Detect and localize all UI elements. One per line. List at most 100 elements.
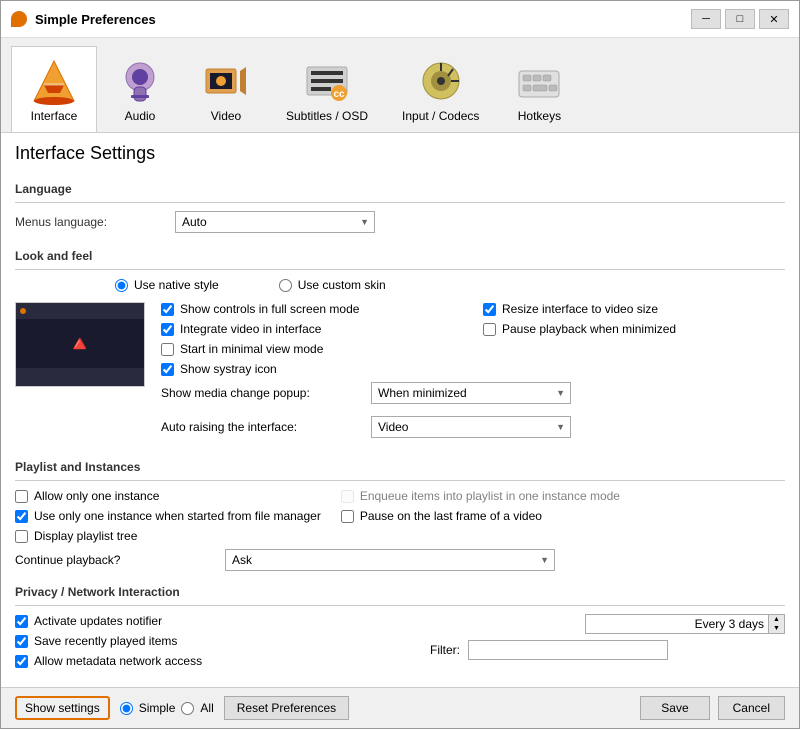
auto-raising-select[interactable]: Video Never Always [371, 416, 571, 438]
privacy-section: Privacy / Network Interaction Activate u… [15, 577, 785, 668]
tab-audio-label: Audio [125, 109, 156, 123]
integrate-video-check[interactable]: Integrate video in interface [161, 322, 463, 336]
menus-language-select[interactable]: Auto English French [175, 211, 375, 233]
interface-preview: 🔺 [15, 302, 145, 387]
tab-bar: Interface Audio [1, 38, 799, 132]
close-button[interactable]: ✕ [759, 9, 789, 29]
playlist-checks-left: Allow only one instance Use only one ins… [15, 489, 321, 543]
continue-playback-select-wrapper: Ask Continue Stop [225, 549, 555, 571]
svg-text:cc: cc [333, 89, 345, 100]
tab-subtitles-label: Subtitles / OSD [286, 109, 368, 123]
all-radio-label: All [200, 701, 213, 715]
updates-frequency-input[interactable] [585, 614, 785, 634]
menus-language-row: Menus language: Auto English French [15, 211, 785, 233]
save-button[interactable]: Save [640, 696, 709, 720]
continue-playback-row: Continue playback? Ask Continue Stop [15, 549, 785, 571]
native-style-radio[interactable]: Use native style [115, 278, 219, 292]
input-icon [415, 55, 467, 107]
hotkeys-icon [513, 55, 565, 107]
allow-metadata-check[interactable]: Allow metadata network access [15, 654, 390, 668]
tab-hotkeys-label: Hotkeys [518, 109, 561, 123]
continue-playback-label: Continue playback? [15, 553, 215, 567]
reset-preferences-button[interactable]: Reset Preferences [224, 696, 349, 720]
bottom-left: Show settings Simple All Reset Preferenc… [15, 696, 349, 720]
playlist-checks: Allow only one instance Use only one ins… [15, 489, 785, 543]
auto-raising-select-wrapper: Video Never Always [371, 416, 571, 438]
show-controls-check[interactable]: Show controls in full screen mode [161, 302, 463, 316]
tab-video-label: Video [211, 109, 241, 123]
title-bar-controls: ─ □ ✕ [691, 9, 789, 29]
custom-skin-input[interactable] [279, 279, 292, 292]
language-section: Language Menus language: Auto English Fr… [15, 174, 785, 233]
auto-raising-label: Auto raising the interface: [161, 420, 361, 434]
custom-skin-label: Use custom skin [298, 278, 386, 292]
display-playlist-tree-check[interactable]: Display playlist tree [15, 529, 321, 543]
look-feel-header: Look and feel [15, 241, 785, 267]
filter-label: Filter: [410, 643, 460, 657]
privacy-checks: Activate updates notifier Save recently … [15, 614, 390, 668]
interface-icon [28, 55, 80, 107]
tab-subtitles[interactable]: cc Subtitles / OSD [269, 46, 385, 132]
bottom-right: Save Cancel [640, 696, 785, 720]
style-radio-group: Use native style Use custom skin [115, 278, 785, 292]
checkboxes-left: Show controls in full screen mode Integr… [161, 302, 463, 376]
tab-input[interactable]: Input / Codecs [385, 46, 496, 132]
show-media-popup-row: Show media change popup: When minimized … [161, 382, 785, 404]
look-feel-content: 🔺 Show controls in full screen mode [15, 302, 785, 444]
tab-interface[interactable]: Interface [11, 46, 97, 133]
menus-language-label: Menus language: [15, 215, 175, 229]
show-media-popup-select-wrapper: When minimized Always Never [371, 382, 571, 404]
menus-language-select-wrapper: Auto English French [175, 211, 375, 233]
privacy-right: ▲ ▼ Filter: [410, 614, 785, 668]
show-settings-button[interactable]: Show settings [15, 696, 110, 720]
simple-radio-label: Simple [139, 701, 176, 715]
filter-input[interactable] [468, 640, 668, 660]
one-instance-file-manager-check[interactable]: Use only one instance when started from … [15, 509, 321, 523]
spinner-down-btn[interactable]: ▼ [768, 624, 784, 633]
one-instance-check[interactable]: Allow only one instance [15, 489, 321, 503]
checkboxes-area: Show controls in full screen mode Integr… [161, 302, 785, 444]
title-bar-left: Simple Preferences [11, 11, 156, 27]
playlist-checks-right: Enqueue items into playlist in one insta… [341, 489, 620, 543]
window-title: Simple Preferences [35, 12, 156, 27]
minimize-button[interactable]: ─ [691, 9, 721, 29]
updates-frequency-row: ▲ ▼ [410, 614, 785, 634]
look-feel-section: Look and feel Use native style Use custo… [15, 241, 785, 444]
cancel-button[interactable]: Cancel [718, 696, 785, 720]
content-area: Interface Settings Language Menus langua… [1, 132, 799, 687]
tab-audio[interactable]: Audio [97, 46, 183, 132]
simple-radio[interactable]: Simple [120, 701, 176, 715]
show-media-popup-select[interactable]: When minimized Always Never [371, 382, 571, 404]
updates-frequency-spinner: ▲ ▼ [585, 614, 785, 634]
all-radio-input[interactable] [181, 702, 194, 715]
minimal-view-check[interactable]: Start in minimal view mode [161, 342, 463, 356]
enqueue-items-check[interactable]: Enqueue items into playlist in one insta… [341, 489, 620, 503]
subtitles-icon: cc [301, 55, 353, 107]
tab-video[interactable]: Video [183, 46, 269, 132]
language-header: Language [15, 174, 785, 200]
simple-radio-input[interactable] [120, 702, 133, 715]
resize-interface-check[interactable]: Resize interface to video size [483, 302, 785, 316]
privacy-content: Activate updates notifier Save recently … [15, 614, 785, 668]
tab-input-label: Input / Codecs [402, 109, 479, 123]
activate-updates-check[interactable]: Activate updates notifier [15, 614, 390, 628]
native-style-label: Use native style [134, 278, 219, 292]
spinner-up-btn[interactable]: ▲ [768, 615, 784, 624]
title-bar: Simple Preferences ─ □ ✕ [1, 1, 799, 38]
checkboxes-right: Resize interface to video size Pause pla… [483, 302, 785, 376]
maximize-button[interactable]: □ [725, 9, 755, 29]
playlist-section: Playlist and Instances Allow only one in… [15, 452, 785, 571]
video-icon [200, 55, 252, 107]
continue-playback-select[interactable]: Ask Continue Stop [225, 549, 555, 571]
save-recently-played-check[interactable]: Save recently played items [15, 634, 390, 648]
native-style-input[interactable] [115, 279, 128, 292]
bottom-bar: Show settings Simple All Reset Preferenc… [1, 687, 799, 728]
all-radio[interactable]: All [181, 701, 213, 715]
tab-hotkeys[interactable]: Hotkeys [496, 46, 582, 132]
systray-icon-check[interactable]: Show systray icon [161, 362, 463, 376]
pause-minimized-check[interactable]: Pause playback when minimized [483, 322, 785, 336]
main-window: Simple Preferences ─ □ ✕ Interface [0, 0, 800, 729]
audio-icon [114, 55, 166, 107]
pause-last-frame-check[interactable]: Pause on the last frame of a video [341, 509, 620, 523]
custom-skin-radio[interactable]: Use custom skin [279, 278, 386, 292]
